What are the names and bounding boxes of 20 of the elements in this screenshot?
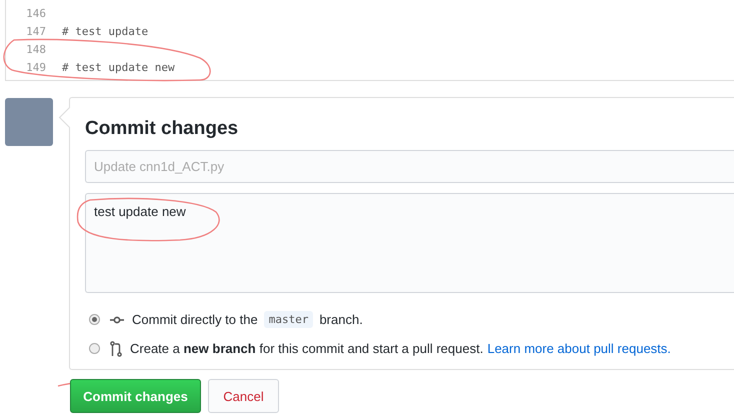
- description-input-field[interactable]: test update new: [85, 193, 734, 293]
- commit-icon: [110, 314, 124, 324]
- radio-button[interactable]: [89, 314, 100, 325]
- option-label: Commit directly to the: [132, 312, 258, 327]
- radio-button[interactable]: [89, 343, 100, 354]
- option-label: branch.: [319, 312, 363, 327]
- summary-input-field[interactable]: Update cnn1d_ACT.py: [85, 150, 734, 183]
- avatar-placeholder: [5, 98, 53, 146]
- line-number: 147: [25, 24, 47, 38]
- commit-title: Commit changes: [85, 118, 240, 140]
- option-label: Create a new branch for this commit and start a pull request.: [130, 341, 484, 356]
- line-number: 146: [25, 6, 47, 20]
- code-line: # test update: [62, 24, 148, 38]
- code-line: # test update new: [62, 60, 175, 74]
- learn-more-link[interactable]: Learn more about pull requests.: [487, 341, 671, 356]
- branch-name: master: [264, 311, 314, 328]
- line-number: 149: [25, 60, 47, 74]
- line-number: 148: [25, 42, 47, 56]
- pull-request-icon: [110, 340, 122, 356]
- cancel-button[interactable]: Cancel: [208, 379, 279, 413]
